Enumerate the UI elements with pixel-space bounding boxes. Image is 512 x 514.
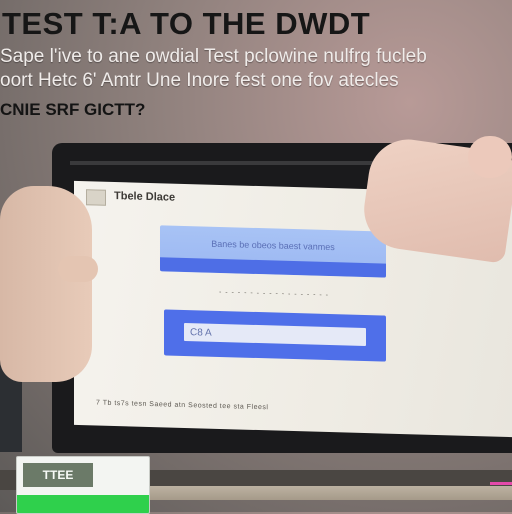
footer-text: 7 Tb ts7s tesn Saeed atn Seosted tee sta…: [96, 399, 269, 412]
right-finger: [468, 136, 512, 178]
caption-line-3: CNIE SRF GICTT?: [0, 100, 146, 119]
app-icon: [86, 189, 106, 206]
magenta-mark: [490, 482, 512, 485]
input-panel: [164, 309, 386, 362]
banner-text: Banes be obeos baest vanmes: [211, 238, 335, 253]
left-hand: [0, 186, 92, 382]
caption-line-2: oort Hetc 6' Amtr Une Inore fest one fov…: [0, 70, 399, 91]
phone-screen-label: TTEE: [23, 463, 93, 487]
banner-bar: [160, 257, 386, 278]
laptop-bezel: [70, 161, 410, 165]
left-thumb: [58, 256, 98, 282]
caption-line-1: Sape l'ive to ane owdial Test pclowine n…: [0, 46, 427, 67]
laptop-base: [150, 486, 512, 500]
phone-green-bar: [17, 495, 149, 513]
phone: TTEE: [16, 456, 150, 514]
app-title: Tbele Dlace: [114, 190, 176, 204]
divider-caption: - - - - - - - - - - - - - - - - - -: [218, 288, 330, 300]
photo-scene: Tbele Dlace Banes be obeos baest vanmes …: [0, 0, 512, 514]
text-input[interactable]: [184, 322, 366, 347]
headline: TEST T:A TO THE DWDT: [2, 6, 371, 41]
header-banner: Banes be obeos baest vanmes: [160, 225, 386, 278]
